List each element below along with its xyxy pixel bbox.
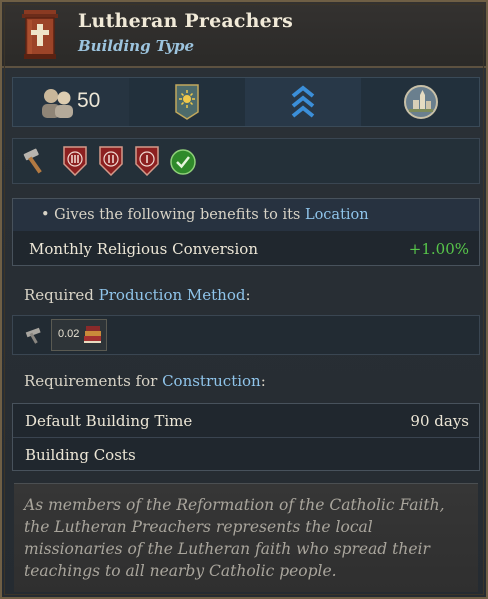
tier-iii-shield-icon[interactable] <box>63 146 87 176</box>
building-time-label: Default Building Time <box>25 412 193 430</box>
sun-banner-icon <box>175 84 199 120</box>
tier-i-shield-icon[interactable] <box>135 146 159 176</box>
building-title: Lutheran Preachers <box>78 10 294 32</box>
requirements-heading: Requirements for Construction: <box>24 372 266 390</box>
description-panel: As members of the Reformation of the Cat… <box>14 483 478 592</box>
production-method-row: 0.02 <box>12 315 480 355</box>
benefits-panel: • Gives the following benefits to its Lo… <box>12 198 480 266</box>
rank-cell[interactable] <box>245 78 361 126</box>
rank-chevrons-icon <box>291 85 315 118</box>
population-icon <box>42 89 73 118</box>
location-cell[interactable] <box>361 78 479 126</box>
books-icon <box>84 326 101 343</box>
building-type-label: Building Type <box>78 37 195 55</box>
benefit-row-value: +1.00% <box>408 240 469 258</box>
population-cell[interactable]: 50 <box>13 78 129 126</box>
location-link[interactable]: Location <box>305 207 369 223</box>
benefits-intro: • Gives the following benefits to its Lo… <box>13 199 479 231</box>
population-value: 50 <box>77 89 101 112</box>
town-icon <box>404 85 438 119</box>
building-time-value: 90 days <box>410 412 469 430</box>
tier-ii-shield-icon[interactable] <box>99 146 123 176</box>
books-input-chip[interactable]: 0.02 <box>51 319 107 351</box>
hammer-icon[interactable] <box>21 146 51 176</box>
table-divider <box>13 437 479 438</box>
production-methods-row <box>12 138 480 184</box>
production-method-heading: Required Production Method: <box>24 286 251 304</box>
building-tooltip: Lutheran Preachers Building Type 50 • Gi… <box>0 0 488 599</box>
pulpit-cross-icon <box>22 10 58 59</box>
construction-link[interactable]: Construction <box>162 372 261 390</box>
stats-bar: 50 <box>12 77 480 127</box>
checkmark-icon[interactable] <box>169 148 197 176</box>
books-input-amount: 0.02 <box>58 328 80 340</box>
production-method-link[interactable]: Production Method <box>99 286 246 304</box>
estate-cell[interactable] <box>129 78 245 126</box>
benefit-row-label: Monthly Religious Conversion <box>29 240 258 258</box>
building-costs-label: Building Costs <box>25 446 136 464</box>
tooltip-header: Lutheran Preachers Building Type <box>2 2 486 68</box>
benefits-intro-text: • Gives the following benefits to its <box>41 207 305 223</box>
production-tool-icon[interactable] <box>23 324 45 346</box>
requirements-table: Default Building Time 90 days Building C… <box>12 403 480 471</box>
description-text: As members of the Reformation of the Cat… <box>24 496 445 580</box>
